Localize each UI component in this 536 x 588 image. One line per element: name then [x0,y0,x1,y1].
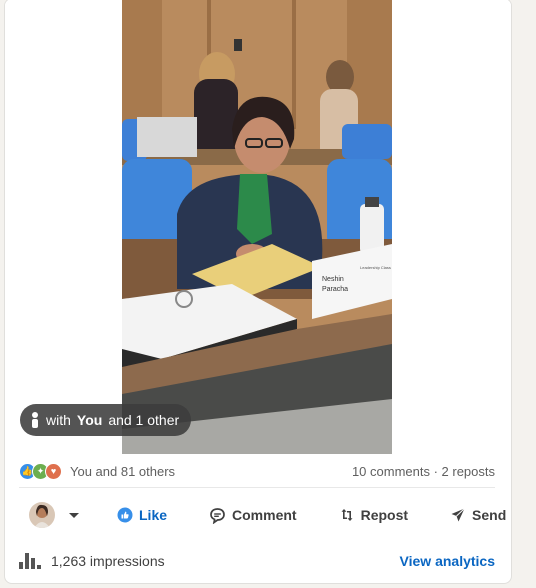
repost-label: Repost [360,507,409,523]
photo-scene: Neshin Paracha Leadership Class [122,0,392,454]
chevron-down-icon [69,512,79,518]
nameplate-side: Leadership Class [360,265,391,270]
nameplate-line2: Paracha [322,286,348,293]
social-counts: 👍 ✦ ♥ You and 81 others 10 comments · 2 … [19,461,495,481]
impressions-summary: 1,263 impressions [19,553,165,569]
repost-button[interactable]: Repost [329,499,418,531]
send-label: Send [472,507,507,523]
comment-icon [210,507,225,524]
analytics-bar-chart-icon [19,553,41,569]
reactions-summary[interactable]: 👍 ✦ ♥ You and 81 others [19,462,175,480]
avatar [29,502,55,528]
comments-reposts-count[interactable]: 10 comments · 2 reposts [352,464,495,479]
impressions-count: 1,263 impressions [51,553,165,569]
tag-name: You [76,412,103,428]
action-bar: Like Comment Repost Send [19,494,506,536]
like-button[interactable]: Like [107,499,177,531]
like-label: Like [139,507,168,523]
reaction-icons: 👍 ✦ ♥ [19,462,62,480]
tag-prefix: with [46,412,71,428]
reaction-identity-selector[interactable] [19,494,89,536]
love-icon: ♥ [45,462,62,480]
comment-label: Comment [232,507,297,523]
reactions-text[interactable]: You and 81 others [70,464,175,479]
like-icon [117,507,133,523]
view-analytics-link[interactable]: View analytics [400,553,495,569]
comment-button[interactable]: Comment [199,499,307,532]
impressions-row: 1,263 impressions View analytics [19,549,495,573]
send-icon [451,508,465,522]
divider [19,487,495,488]
post-card: Neshin Paracha Leadership Class with You… [4,0,512,584]
person-icon [30,412,40,428]
tagged-people-pill[interactable]: with You and 1 other [20,404,192,436]
tag-suffix: and 1 other [108,412,180,428]
post-media[interactable]: Neshin Paracha Leadership Class with You… [5,0,511,454]
post-photo[interactable]: Neshin Paracha Leadership Class [122,0,392,454]
send-button[interactable]: Send [440,499,511,531]
nameplate-line1: Neshin [322,276,344,283]
repost-icon [341,509,353,521]
